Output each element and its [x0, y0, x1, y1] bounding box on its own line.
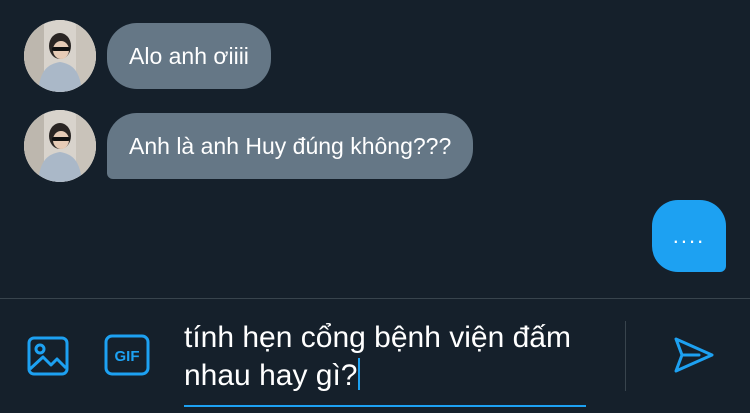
sender-avatar[interactable] — [24, 110, 96, 182]
gif-label: GIF — [115, 348, 140, 365]
send-icon[interactable] — [672, 335, 716, 375]
text-caret — [358, 358, 361, 390]
incoming-message-bubble[interactable]: Alo anh ơiiii — [107, 23, 271, 89]
image-icon[interactable] — [26, 335, 70, 377]
message-input-text: tính hẹn cổng bệnh viện đấm nhau hay gì? — [184, 321, 580, 392]
sender-avatar[interactable] — [24, 20, 96, 92]
message-composer: GIF tính hẹn cổng bệnh viện đấm nhau hay… — [0, 299, 750, 413]
composer-separator — [625, 321, 626, 391]
gif-button[interactable]: GIF — [104, 334, 150, 376]
typing-indicator: .... — [652, 200, 726, 272]
message-row: Anh là anh Huy đúng không??? — [24, 110, 474, 182]
message-input[interactable]: tính hẹn cổng bệnh viện đấm nhau hay gì? — [184, 317, 586, 407]
message-row: Alo anh ơiiii — [24, 20, 271, 92]
incoming-message-bubble[interactable]: Anh là anh Huy đúng không??? — [107, 113, 474, 179]
message-thread: Alo anh ơiiii Anh là anh Huy đúng không?… — [0, 0, 750, 298]
